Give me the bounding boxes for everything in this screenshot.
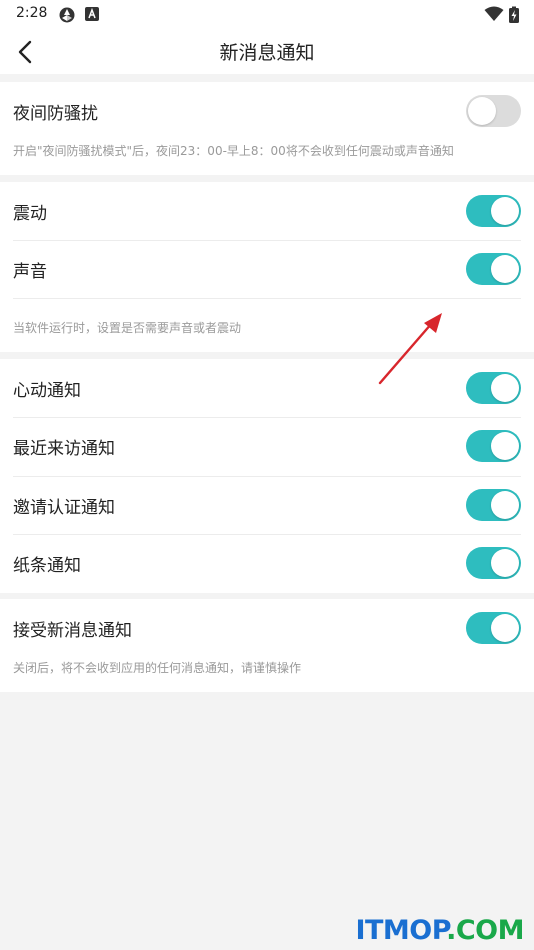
toggle-knob: [491, 614, 519, 642]
toggle-knob: [491, 549, 519, 577]
paper-notify-row: 纸条通知: [13, 534, 521, 592]
paper-notify-label: 纸条通知: [13, 555, 81, 576]
toggle-knob: [491, 374, 519, 402]
sound-row: 声音: [13, 240, 521, 298]
visitor-notify-toggle[interactable]: [466, 430, 521, 462]
font-notification-icon: [85, 7, 99, 21]
app-header: 新消息通知: [0, 28, 534, 74]
vibrate-toggle[interactable]: [466, 195, 521, 227]
night-mode-toggle[interactable]: [466, 95, 521, 127]
watermark-suffix: .COM: [446, 915, 524, 946]
paper-notify-toggle[interactable]: [466, 547, 521, 579]
vibrate-label: 震动: [13, 203, 47, 224]
page-title: 新消息通知: [219, 42, 315, 64]
toggle-knob: [491, 432, 519, 460]
status-time: 2:28: [16, 5, 48, 21]
toggle-knob: [491, 491, 519, 519]
sound-vibrate-note: 当软件运行时，设置是否需要声音或者震动: [13, 321, 242, 335]
toggle-knob: [468, 97, 496, 125]
visitor-notify-row: 最近来访通知: [13, 417, 521, 475]
invite-notify-label: 邀请认证通知: [13, 497, 115, 518]
night-mode-row: 夜间防骚扰: [13, 82, 521, 140]
status-bar: 2:28: [0, 0, 534, 28]
divider: [13, 298, 521, 299]
vibrate-row: 震动: [13, 182, 521, 240]
notification-types-section: 心动通知 最近来访通知 邀请认证通知 纸条通知: [0, 359, 534, 593]
receive-row: 接受新消息通知: [13, 599, 521, 657]
sound-toggle[interactable]: [466, 253, 521, 285]
visitor-notify-label: 最近来访通知: [13, 438, 115, 459]
toggle-knob: [491, 197, 519, 225]
toggle-knob: [491, 255, 519, 283]
heart-notify-toggle[interactable]: [466, 372, 521, 404]
receive-section: 接受新消息通知 关闭后，将不会收到应用的任何消息通知，请谨慎操作: [0, 599, 534, 692]
wifi-icon: [484, 6, 504, 21]
receive-toggle[interactable]: [466, 612, 521, 644]
annotation-arrow-icon: [378, 313, 442, 385]
battery-icon: [509, 6, 519, 23]
sound-label: 声音: [13, 261, 47, 282]
watermark-brand: ITMOP: [355, 915, 447, 946]
night-mode-section: 夜间防骚扰 开启"夜间防骚扰模式"后，夜间23：00-早上8：00将不会收到任何…: [0, 82, 534, 175]
invite-notify-row: 邀请认证通知: [13, 476, 521, 534]
receive-note: 关闭后，将不会收到应用的任何消息通知，请谨慎操作: [13, 661, 302, 675]
heart-notify-label: 心动通知: [13, 380, 81, 401]
vibrate-sound-section: 震动 声音 当软件运行时，设置是否需要声音或者震动: [0, 182, 534, 352]
night-mode-note: 开启"夜间防骚扰模式"后，夜间23：00-早上8：00将不会收到任何震动或声音通…: [13, 144, 454, 158]
watermark-logo: ITMOP.COM: [355, 915, 524, 946]
app-notification-icon: [59, 7, 75, 23]
night-mode-label: 夜间防骚扰: [13, 103, 98, 124]
invite-notify-toggle[interactable]: [466, 489, 521, 521]
receive-label: 接受新消息通知: [13, 620, 132, 641]
